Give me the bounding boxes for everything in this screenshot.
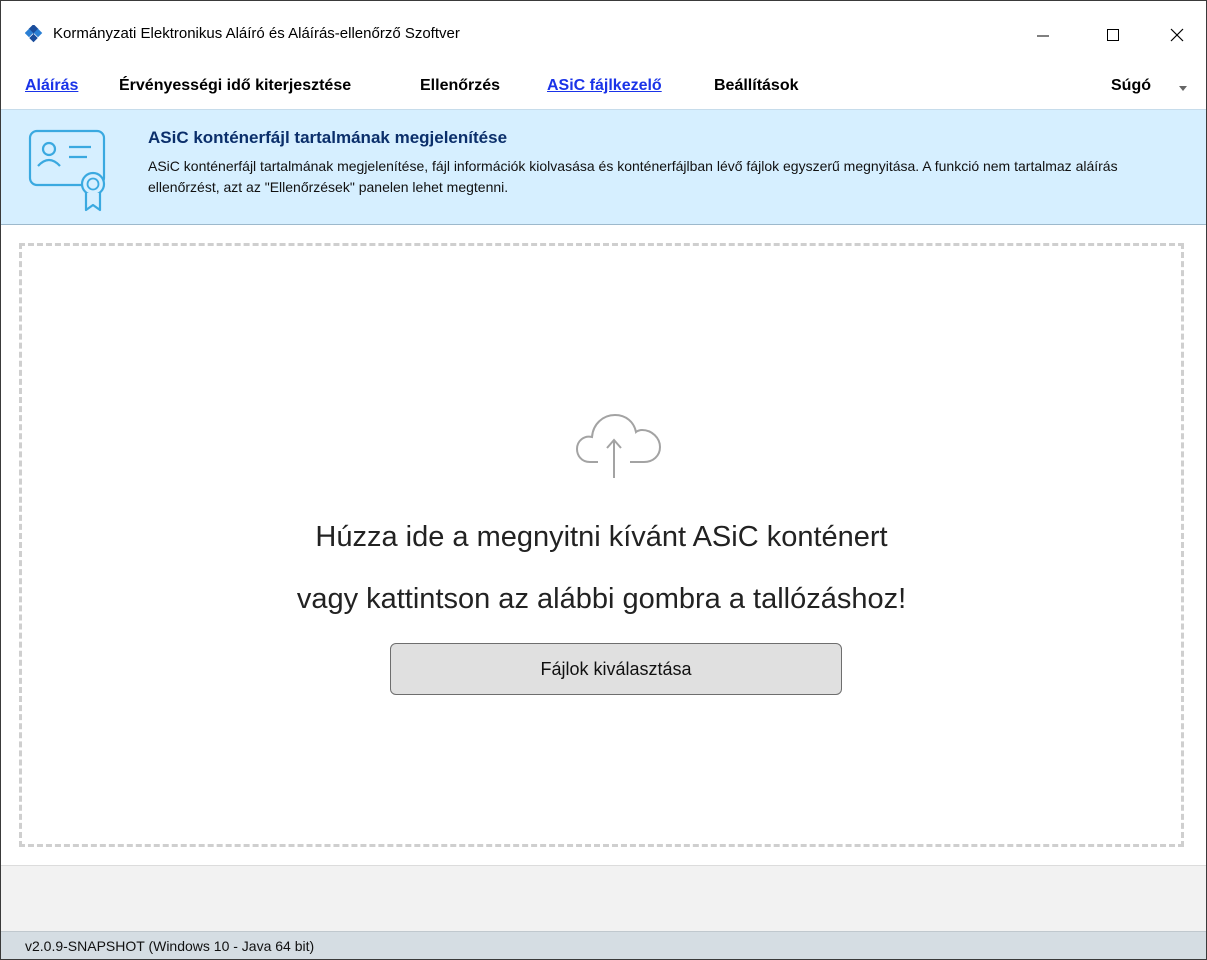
drop-instruction-line2: vagy kattintson az alábbi gombra a talló… <box>296 583 907 615</box>
window-title: Kormányzati Elektronikus Aláíró és Aláír… <box>53 25 460 42</box>
app-logo-icon <box>25 25 43 43</box>
menu-item-beallitasok[interactable]: Beállítások <box>714 77 798 95</box>
select-files-button[interactable]: Fájlok kiválasztása <box>390 643 842 695</box>
banner-title: ASiC konténerfájl tartalmának megjelenít… <box>148 128 508 147</box>
menu-item-ervenyessegi-ido[interactable]: Érvényességi idő kiterjesztése <box>119 77 351 95</box>
title-bar[interactable]: Kormányzati Elektronikus Aláíró és Aláír… <box>1 1 1206 65</box>
status-bar: v2.0.9-SNAPSHOT (Windows 10 - Java 64 bi… <box>1 931 1206 959</box>
close-icon <box>1170 28 1184 42</box>
banner-description: ASiC konténerfájl tartalmának megjelenít… <box>148 158 1118 195</box>
file-drop-zone[interactable]: Húzza ide a megnyitni kívánt ASiC kontén… <box>19 243 1184 847</box>
chevron-down-icon[interactable] <box>1178 85 1188 93</box>
minimize-icon <box>1037 35 1049 37</box>
info-banner: ASiC konténerfájl tartalmának megjelenít… <box>1 109 1206 225</box>
version-label: v2.0.9-SNAPSHOT (Windows 10 - Java 64 bi… <box>25 938 315 954</box>
app-window: Kormányzati Elektronikus Aláíró és Aláír… <box>0 0 1207 960</box>
menu-item-alairas[interactable]: Aláírás <box>25 77 78 95</box>
certificate-icon <box>28 129 106 212</box>
drop-instruction-line1: Húzza ide a megnyitni kívánt ASiC kontén… <box>315 521 888 553</box>
menu-item-asic-fajlkezelo[interactable]: ASiC fájlkezelő <box>547 77 662 95</box>
maximize-icon <box>1107 29 1119 41</box>
menu-item-ellenorzes[interactable]: Ellenőrzés <box>420 77 500 95</box>
help-menu[interactable]: Súgó <box>1111 77 1151 95</box>
minimize-button[interactable] <box>1008 9 1078 61</box>
cloud-upload-icon <box>575 413 662 478</box>
menu-bar: Aláírás Érvényességi idő kiterjesztése E… <box>1 65 1206 109</box>
close-button[interactable] <box>1142 9 1206 61</box>
maximize-button[interactable] <box>1078 9 1148 61</box>
bottom-panel <box>1 865 1206 932</box>
